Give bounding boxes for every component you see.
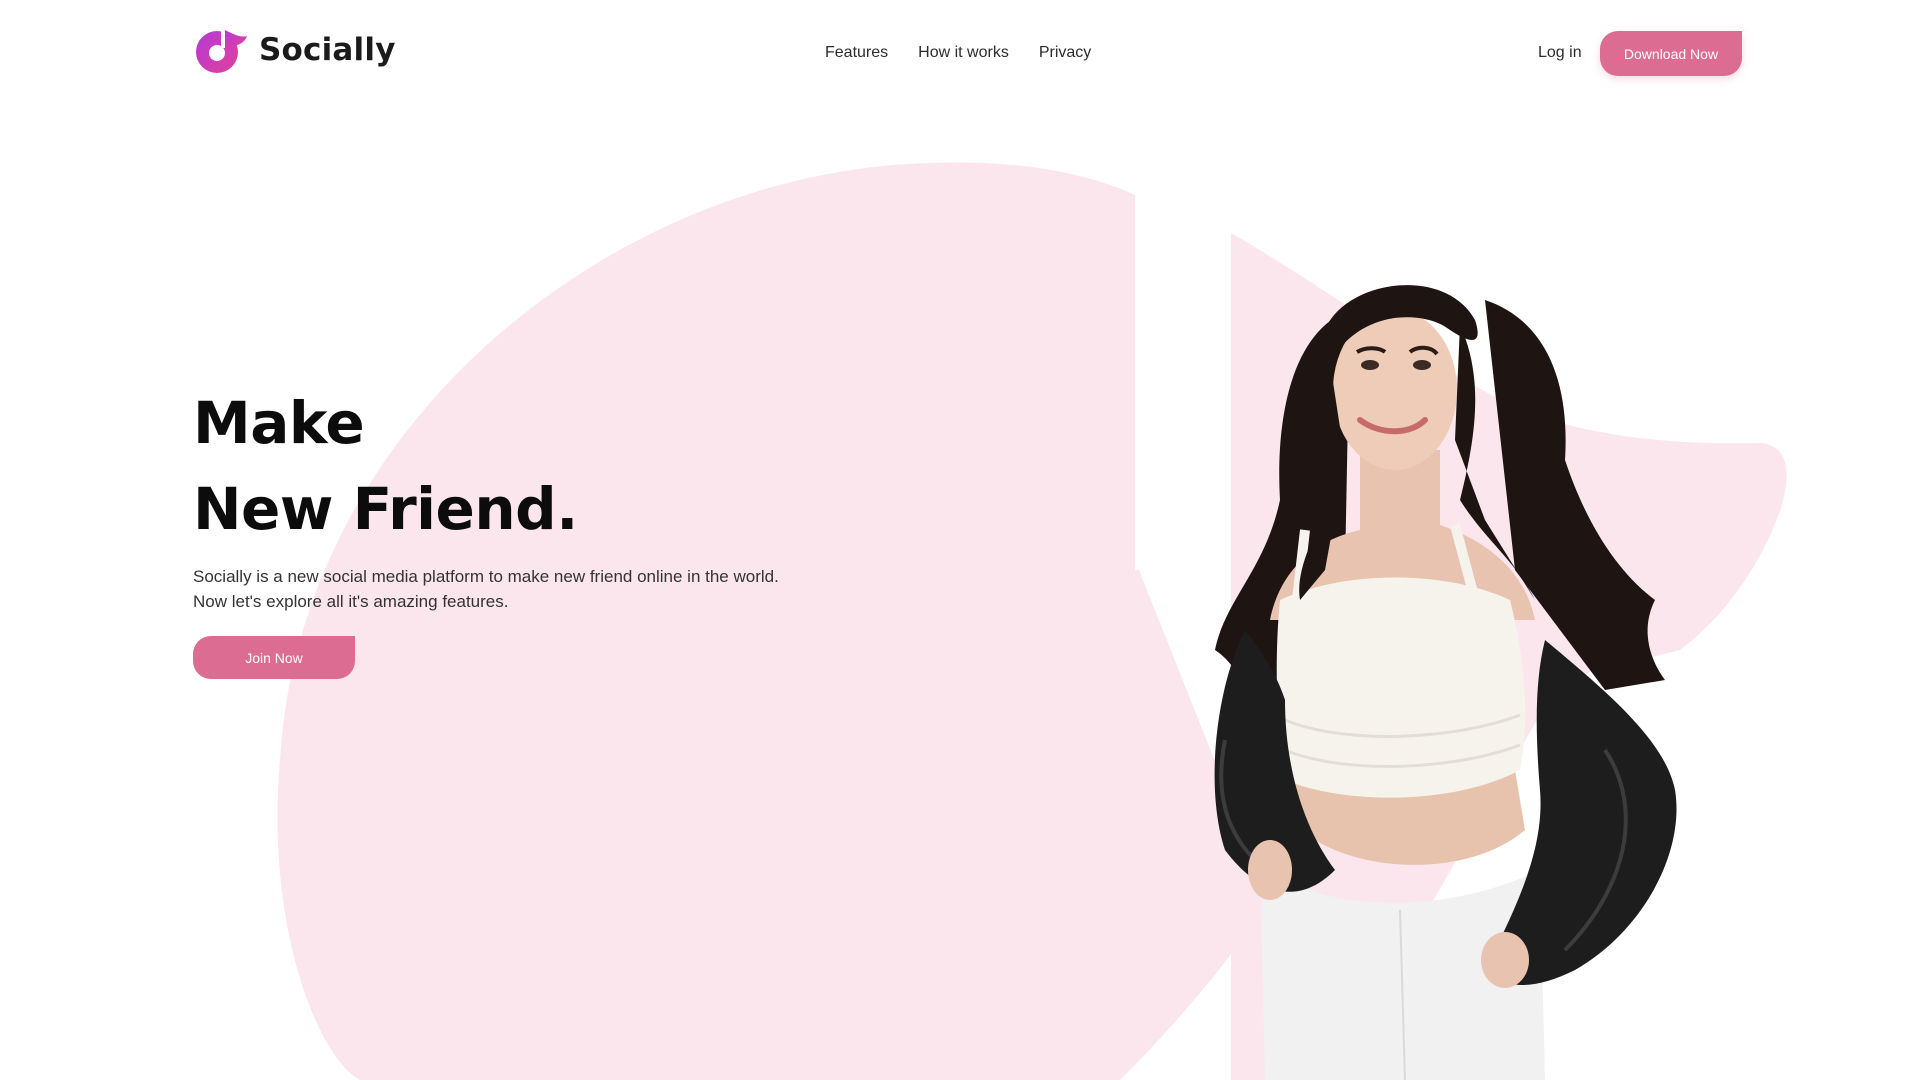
landing-page: Socially Features How it works Privacy L… <box>0 0 1920 1080</box>
logo-link[interactable]: Socially <box>193 26 396 74</box>
hero-description: Socially is a new social media platform … <box>193 567 779 611</box>
main-nav: Features How it works Privacy <box>825 44 1091 62</box>
hero-section: Make New Friend. Socially is a new socia… <box>193 380 833 679</box>
join-now-button[interactable]: Join Now <box>193 636 355 679</box>
socially-logo-icon <box>196 30 247 73</box>
hero-person-image <box>1214 285 1677 1080</box>
hero-title-line-1: Make <box>193 389 365 457</box>
nav-item-how-it-works[interactable]: How it works <box>918 44 1009 62</box>
download-now-button[interactable]: Download Now <box>1600 31 1742 76</box>
login-link[interactable]: Log in <box>1538 44 1582 62</box>
top-navigation-bar: Socially Features How it works Privacy L… <box>0 0 1920 110</box>
nav-item-privacy[interactable]: Privacy <box>1039 44 1091 62</box>
nav-item-features[interactable]: Features <box>825 44 888 62</box>
hero-title-line-2: New Friend. <box>193 475 578 543</box>
hero-title: Make New Friend. <box>193 380 833 552</box>
brand-name: Socially <box>259 32 396 68</box>
